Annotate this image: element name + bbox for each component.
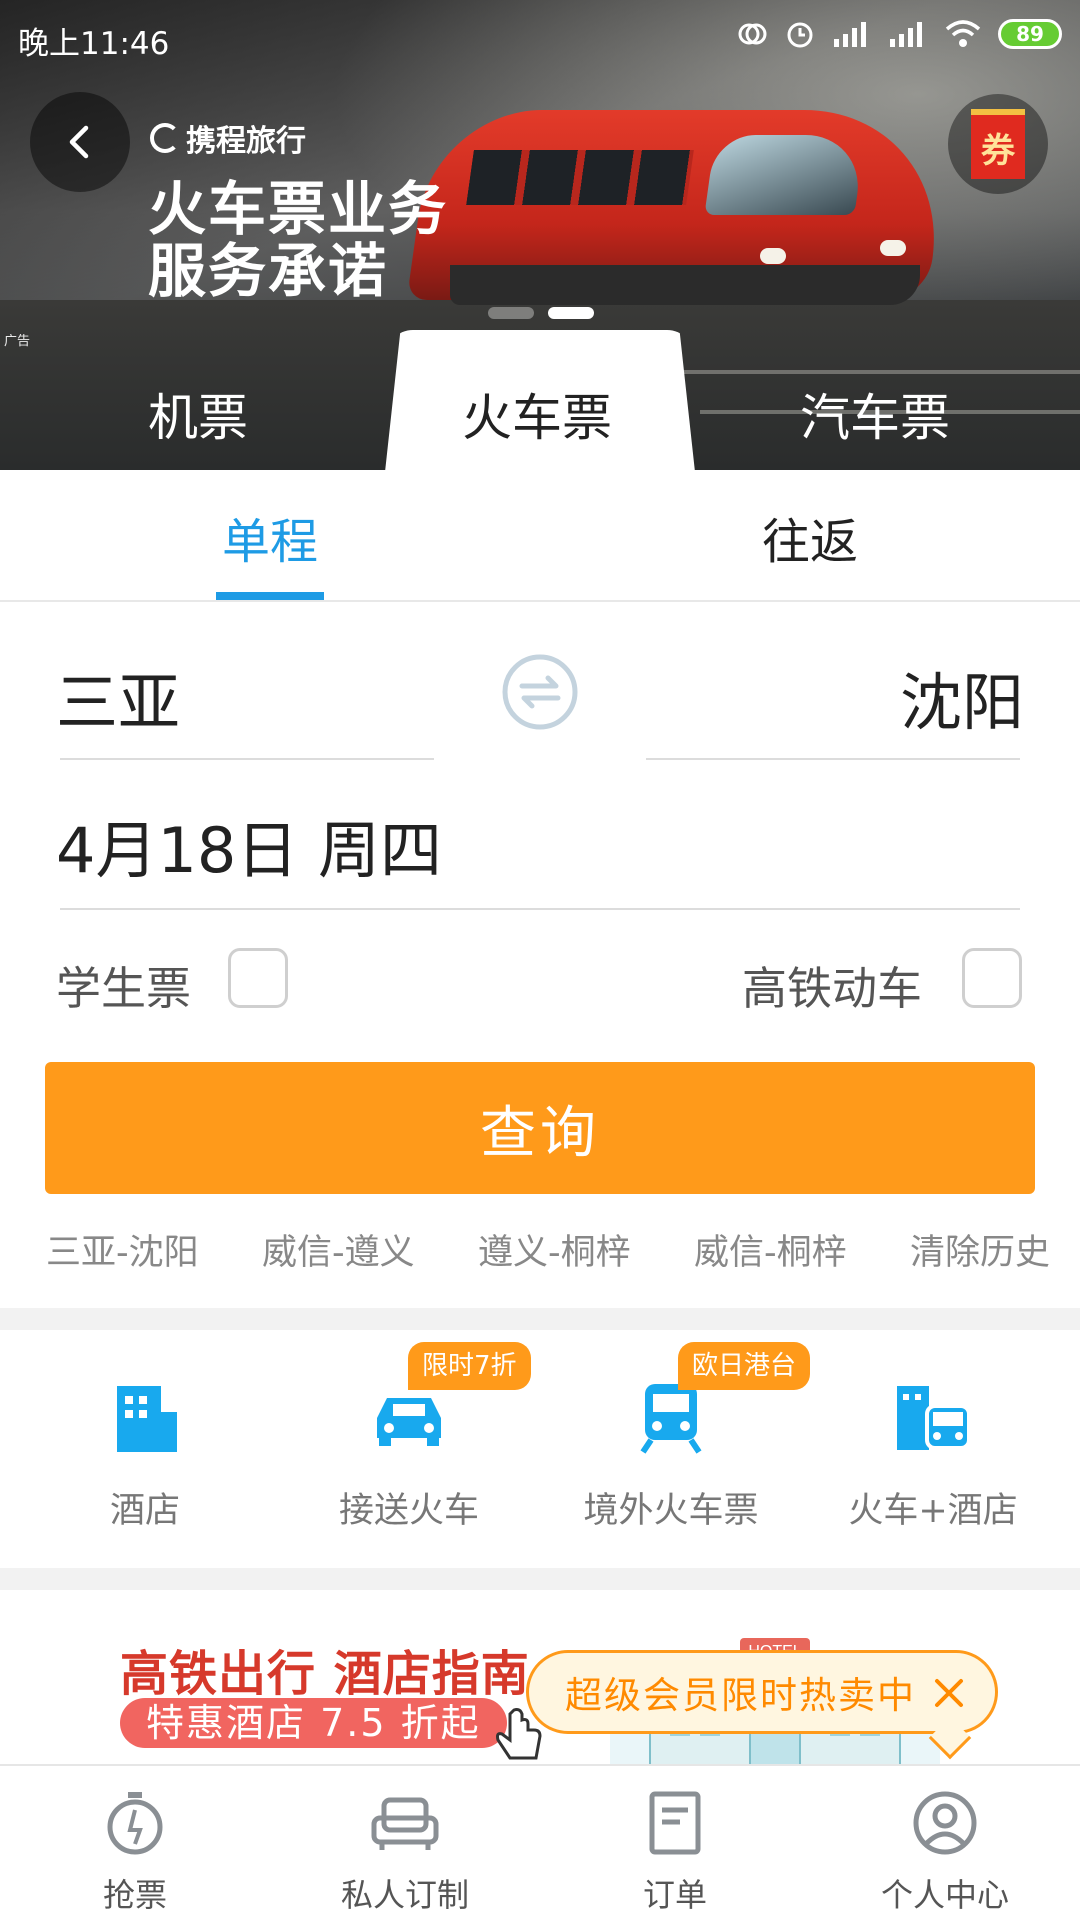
battery-icon: 89 [998, 19, 1062, 49]
coupon-button[interactable]: 券 [948, 94, 1048, 194]
arrival-underline [646, 758, 1020, 760]
history-item[interactable]: 遵义-桐梓 [478, 1224, 631, 1275]
back-button[interactable] [30, 92, 130, 192]
swap-cities-icon[interactable] [500, 652, 580, 732]
tab-round-trip[interactable]: 往返 [762, 502, 858, 572]
nav-label: 私人订制 [340, 1876, 469, 1914]
search-form: 三亚 沈阳 4月18日 周四 学生票 高铁动车 查询 三亚-沈阳 威信-遵义 遵… [0, 602, 1080, 1308]
service-label: 酒店 [109, 1491, 180, 1531]
student-ticket-checkbox[interactable] [228, 948, 288, 1008]
wifi-icon [945, 20, 981, 47]
banner-train-image [380, 80, 954, 330]
brand-name: 携程旅行 [186, 124, 306, 159]
signal-icon [834, 22, 866, 47]
nav-profile[interactable]: 个人中心 [810, 1766, 1080, 1920]
user-icon [913, 1791, 977, 1855]
carousel-dot-active [548, 307, 594, 319]
history-item[interactable]: 三亚-沈阳 [46, 1224, 199, 1275]
promo-badge: 欧日港台 [678, 1342, 811, 1390]
signal-icon [890, 22, 922, 47]
arrival-city[interactable]: 沈阳 [900, 652, 1024, 742]
nav-label: 个人中心 [880, 1876, 1009, 1914]
tooltip-text: 超级会员限时热卖中 [565, 1674, 916, 1717]
service-overseas-train[interactable]: 欧日港台 境外火车票 [536, 1330, 811, 1568]
alarm-icon [787, 22, 813, 48]
train-hotel-icon [897, 1386, 971, 1450]
history-item[interactable]: 威信-桐梓 [694, 1224, 847, 1275]
stopwatch-icon [107, 1792, 163, 1855]
departure-underline [60, 758, 434, 760]
tab-bus[interactable]: 汽车票 [800, 378, 950, 450]
status-time: 晚上11:46 [18, 26, 170, 62]
membership-tooltip[interactable]: 超级会员限时热卖中 [526, 1650, 998, 1760]
service-grid: 酒店 限时7折 接送火车 欧日港台 境外火车票 火车+酒店 [0, 1330, 1080, 1568]
service-train-transfer[interactable]: 限时7折 接送火车 [274, 1330, 544, 1568]
document-icon [649, 1791, 701, 1855]
nav-label: 抢票 [102, 1876, 167, 1914]
clear-history-button[interactable]: 清除历史 [910, 1224, 1050, 1275]
bottom-navigation: 抢票 私人订制 订单 个人中心 [0, 1764, 1080, 1920]
transport-mode-tabs: 机票 火车票 汽车票 [0, 340, 1080, 470]
trip-type-tabs: 单程 往返 [0, 470, 1080, 602]
banner-headline-line1: 火车票业务 [148, 175, 449, 243]
ctrip-logo-icon [150, 123, 180, 153]
close-icon[interactable] [929, 1673, 969, 1713]
service-label: 接送火车 [338, 1491, 479, 1531]
battery-level: 89 [1016, 22, 1044, 46]
search-history: 三亚-沈阳 威信-遵义 遵义-桐梓 威信-桐梓 清除历史 [0, 1224, 1080, 1284]
banner-headline: 火车票业务 服务承诺 [148, 178, 448, 302]
hotel-icon [117, 1386, 177, 1452]
query-button[interactable]: 查询 [45, 1062, 1035, 1194]
date-underline [60, 908, 1020, 910]
chevron-left-icon [69, 125, 89, 159]
nav-label: 订单 [642, 1876, 707, 1914]
history-item[interactable]: 威信-遵义 [262, 1224, 415, 1275]
tab-flight[interactable]: 机票 [148, 378, 248, 450]
sync-icon [738, 23, 767, 45]
service-train-hotel[interactable]: 火车+酒店 [798, 1330, 1068, 1568]
banner-headline-line2: 服务承诺 [148, 237, 389, 305]
tab-train[interactable]: 火车票 [462, 378, 612, 450]
active-tab-underline [216, 592, 324, 600]
coupon-icon: 券 [971, 109, 1025, 179]
status-icons: 89 [736, 18, 1062, 50]
service-hotel[interactable]: 酒店 [10, 1330, 280, 1568]
nav-orders[interactable]: 订单 [540, 1766, 810, 1920]
status-bar: 晚上11:46 89 [0, 0, 1080, 76]
highspeed-label: 高铁动车 [742, 962, 923, 1015]
tab-one-way[interactable]: 单程 [222, 502, 318, 572]
highspeed-checkbox[interactable] [962, 948, 1022, 1008]
service-label: 火车+酒店 [848, 1491, 1018, 1531]
sofa-icon [371, 1797, 439, 1850]
departure-date[interactable]: 4月18日 周四 [56, 800, 442, 890]
nav-custom-trip[interactable]: 私人订制 [270, 1766, 540, 1920]
promo-badge: 限时7折 [408, 1342, 531, 1390]
carousel-indicator [488, 307, 594, 319]
promo-title: 高铁出行 酒店指南 [120, 1646, 530, 1702]
service-label: 境外火车票 [583, 1491, 759, 1531]
promo-subtitle: 特惠酒店 7.5 折起 [120, 1698, 507, 1748]
carousel-dot [488, 307, 534, 319]
departure-city[interactable]: 三亚 [56, 652, 180, 742]
student-ticket-label: 学生票 [56, 962, 192, 1015]
nav-grab-ticket[interactable]: 抢票 [0, 1766, 270, 1920]
brand-logo: 携程旅行 [150, 116, 306, 160]
train-ticket-page: 晚上11:46 89 携程旅行 火车票业务 服务承诺 券 广告 机票 火车票 汽… [0, 0, 1080, 1920]
